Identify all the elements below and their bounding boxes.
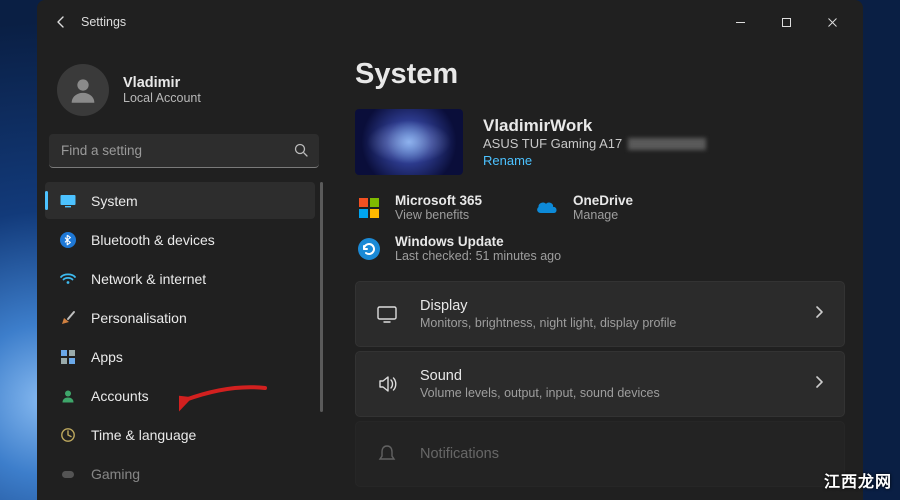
sidebar-item-label: System: [91, 193, 138, 209]
window-title: Settings: [81, 15, 126, 29]
search-box: [49, 134, 319, 168]
tile-sub: View benefits: [395, 208, 482, 222]
sidebar-item-label: Time & language: [91, 427, 196, 443]
sidebar-item-time[interactable]: Time & language: [45, 416, 315, 453]
search-icon: [293, 142, 309, 163]
card-title: Notifications: [420, 446, 826, 462]
chevron-right-icon: [812, 305, 826, 324]
sidebar-item-accounts[interactable]: Accounts: [45, 377, 315, 414]
main-panel: System VladimirWork ASUS TUF Gaming A17 …: [327, 44, 863, 500]
wifi-icon: [59, 270, 77, 288]
tile-sub: Manage: [573, 208, 633, 222]
settings-window: Settings Vladimir Local Account: [37, 0, 863, 500]
sidebar-item-label: Bluetooth & devices: [91, 232, 215, 248]
device-model: ASUS TUF Gaming A17: [483, 136, 706, 151]
bluetooth-icon: [59, 231, 77, 249]
tile-title: Windows Update: [395, 234, 561, 249]
profile-name: Vladimir: [123, 75, 201, 91]
window-controls: [717, 6, 855, 38]
minimize-button[interactable]: [717, 6, 763, 38]
device-name: VladimirWork: [483, 116, 706, 136]
redacted-text: [628, 138, 706, 150]
sidebar-item-label: Gaming: [91, 466, 140, 482]
sidebar: Vladimir Local Account System: [37, 44, 327, 500]
settings-cards: Display Monitors, brightness, night ligh…: [355, 281, 845, 487]
card-display[interactable]: Display Monitors, brightness, night ligh…: [355, 281, 845, 347]
sidebar-item-label: Personalisation: [91, 310, 187, 326]
device-thumbnail[interactable]: [355, 109, 463, 175]
sidebar-item-label: Accounts: [91, 388, 149, 404]
card-title: Sound: [420, 368, 792, 384]
profile-block[interactable]: Vladimir Local Account: [45, 52, 323, 134]
update-icon: [355, 235, 383, 263]
page-title: System: [355, 58, 845, 91]
onedrive-icon: [533, 194, 561, 222]
card-sub: Monitors, brightness, night light, displ…: [420, 316, 792, 330]
tile-onedrive[interactable]: OneDrive Manage: [533, 193, 699, 222]
clock-globe-icon: [59, 426, 77, 444]
sidebar-item-system[interactable]: System: [45, 182, 315, 219]
close-button[interactable]: [809, 6, 855, 38]
tile-sub: Last checked: 51 minutes ago: [395, 249, 561, 263]
avatar: [57, 64, 109, 116]
rename-link[interactable]: Rename: [483, 153, 706, 168]
search-input[interactable]: [49, 134, 319, 168]
sidebar-item-personalisation[interactable]: Personalisation: [45, 299, 315, 336]
sound-icon: [374, 373, 400, 395]
profile-sub: Local Account: [123, 91, 201, 105]
card-title: Display: [420, 298, 792, 314]
brush-icon: [59, 309, 77, 327]
tile-microsoft365[interactable]: Microsoft 365 View benefits: [355, 193, 521, 222]
sidebar-item-label: Network & internet: [91, 271, 206, 287]
status-tiles: Microsoft 365 View benefits OneDrive Man…: [355, 193, 845, 263]
back-button[interactable]: [45, 6, 77, 38]
sidebar-item-label: Apps: [91, 349, 123, 365]
card-sub: Volume levels, output, input, sound devi…: [420, 386, 792, 400]
apps-icon: [59, 348, 77, 366]
sidebar-scrollbar[interactable]: [320, 182, 323, 412]
microsoft-logo-icon: [355, 194, 383, 222]
titlebar: Settings: [37, 0, 863, 44]
watermark: 江西龙网: [824, 468, 892, 492]
sidebar-nav: System Bluetooth & devices Network & int…: [45, 182, 323, 492]
card-sound[interactable]: Sound Volume levels, output, input, soun…: [355, 351, 845, 417]
tile-title: Microsoft 365: [395, 193, 482, 208]
bell-icon: [374, 443, 400, 465]
sidebar-item-bluetooth[interactable]: Bluetooth & devices: [45, 221, 315, 258]
tile-windows-update[interactable]: Windows Update Last checked: 51 minutes …: [355, 234, 845, 263]
person-icon: [59, 387, 77, 405]
sidebar-item-network[interactable]: Network & internet: [45, 260, 315, 297]
maximize-button[interactable]: [763, 6, 809, 38]
tile-title: OneDrive: [573, 193, 633, 208]
card-notifications[interactable]: Notifications: [355, 421, 845, 487]
display-icon: [374, 303, 400, 325]
gaming-icon: [59, 465, 77, 483]
chevron-right-icon: [812, 375, 826, 394]
device-block: VladimirWork ASUS TUF Gaming A17 Rename: [355, 109, 845, 175]
sidebar-item-apps[interactable]: Apps: [45, 338, 315, 375]
display-icon: [59, 192, 77, 210]
sidebar-item-gaming[interactable]: Gaming: [45, 455, 315, 492]
